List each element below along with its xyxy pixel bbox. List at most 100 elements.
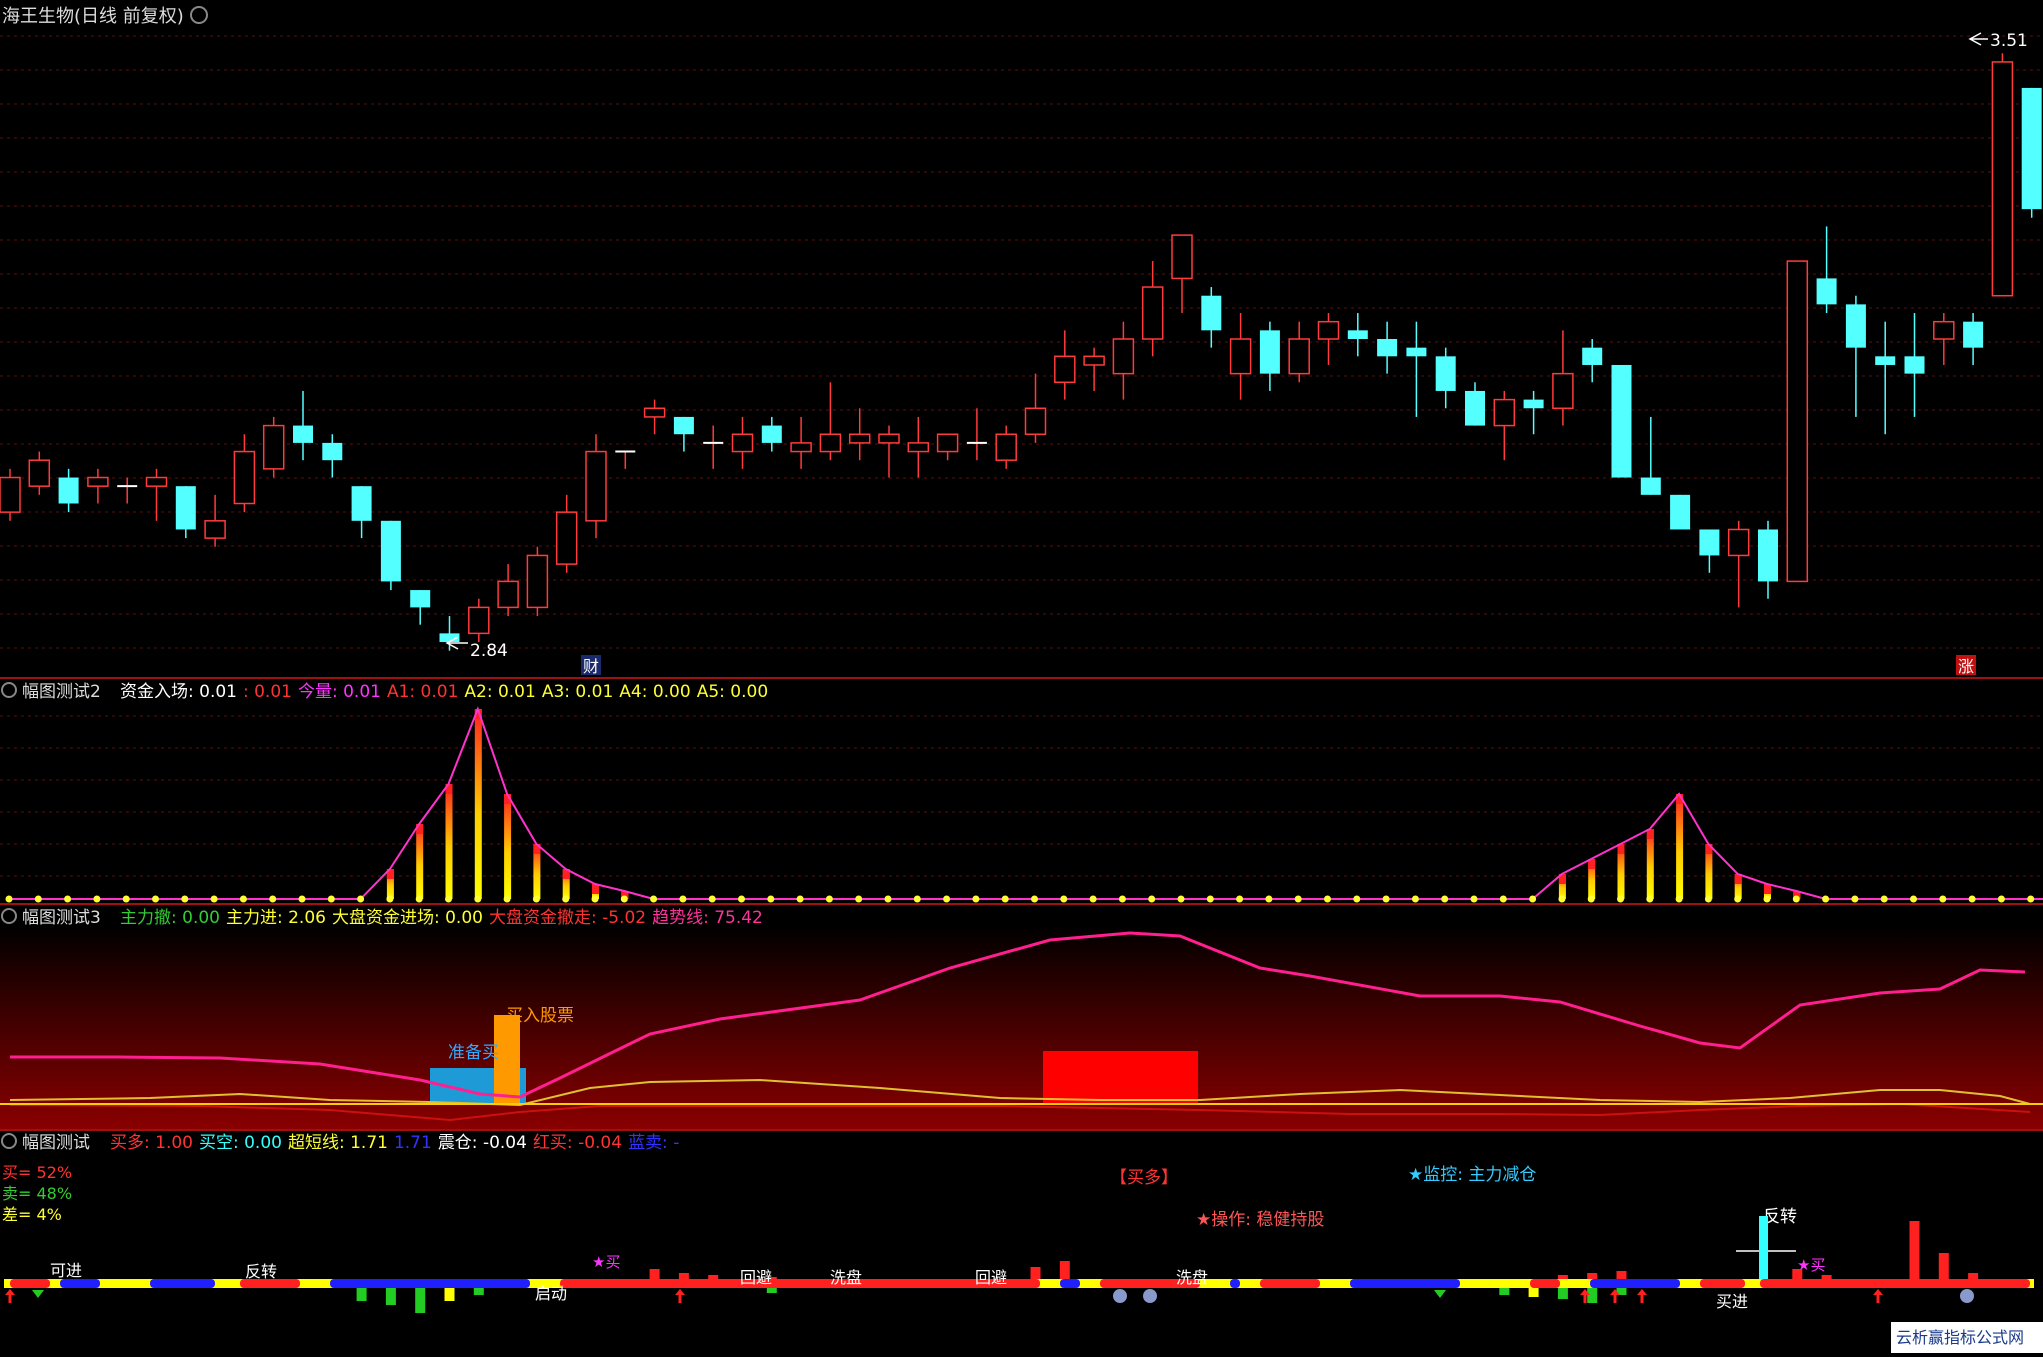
- main-panel-title: 海王生物(日线 前复权): [2, 6, 184, 27]
- candle[interactable]: [1465, 382, 1485, 425]
- baseline-dot: [1236, 896, 1243, 903]
- candle[interactable]: [1201, 287, 1221, 348]
- baseline-dot: [416, 896, 423, 903]
- candle[interactable]: [1758, 521, 1778, 599]
- candle[interactable]: [234, 434, 254, 512]
- panel2-grid: [0, 716, 2043, 876]
- candle[interactable]: [733, 417, 753, 469]
- candle[interactable]: [322, 434, 342, 477]
- candle[interactable]: [1143, 261, 1163, 356]
- low-price-label: 2.84: [470, 641, 508, 661]
- candle[interactable]: [1905, 313, 1925, 417]
- candle-body-down: [1436, 356, 1456, 391]
- candle[interactable]: [820, 382, 840, 460]
- candle[interactable]: [1289, 322, 1309, 383]
- stock-chart[interactable]: 2.84 3.51 财 涨 海王生物(日线 前复权) 幅图测试2 资金入场: 0…: [0, 0, 2043, 1353]
- candle[interactable]: [1934, 313, 1954, 365]
- candlestick-series[interactable]: [0, 53, 2043, 650]
- reversal-label: 反转: [1763, 1207, 1797, 1227]
- candle[interactable]: [59, 469, 79, 512]
- candle[interactable]: [1436, 348, 1456, 409]
- candle[interactable]: [527, 547, 547, 616]
- candle[interactable]: [381, 521, 401, 590]
- candle[interactable]: [850, 408, 870, 460]
- candle[interactable]: [1172, 235, 1192, 313]
- cai-badge[interactable]: 财: [581, 655, 601, 676]
- candle-body-up: [996, 434, 1016, 460]
- candle[interactable]: [1963, 313, 1983, 365]
- candle[interactable]: [293, 391, 313, 460]
- candle[interactable]: [205, 495, 225, 547]
- candle[interactable]: [469, 599, 489, 642]
- candle[interactable]: [1582, 339, 1602, 382]
- candle[interactable]: [410, 590, 430, 625]
- candle[interactable]: [1729, 521, 1749, 608]
- candle[interactable]: [879, 426, 899, 478]
- panel4-collapse-icon[interactable]: [2, 1134, 16, 1148]
- candle[interactable]: [176, 486, 196, 538]
- candle-body-down: [1670, 495, 1690, 530]
- candle[interactable]: [29, 452, 49, 495]
- candle[interactable]: [967, 408, 987, 460]
- candle[interactable]: [264, 417, 284, 478]
- candle[interactable]: [762, 417, 782, 452]
- candle[interactable]: [1113, 322, 1133, 400]
- baseline-dot: [1383, 896, 1390, 903]
- candle[interactable]: [1846, 296, 1866, 417]
- candle[interactable]: [996, 426, 1016, 469]
- signal-bar-down: [1558, 1287, 1568, 1299]
- baseline-dot: [1295, 896, 1302, 903]
- candle[interactable]: [1231, 313, 1251, 400]
- candle[interactable]: [1494, 391, 1514, 460]
- baseline-dot: [35, 896, 42, 903]
- zhang-badge[interactable]: 涨: [1956, 655, 1976, 676]
- candle[interactable]: [1875, 322, 1895, 435]
- readout-value: : 0.01: [243, 682, 292, 702]
- candle[interactable]: [0, 469, 20, 521]
- candle[interactable]: [674, 417, 694, 452]
- panel2-collapse-icon[interactable]: [2, 683, 16, 697]
- candle[interactable]: [1026, 374, 1046, 443]
- candle[interactable]: [908, 417, 928, 478]
- star-buy-label-left: ★买: [592, 1253, 620, 1271]
- candle[interactable]: [88, 469, 108, 504]
- candle[interactable]: [791, 417, 811, 469]
- candle[interactable]: [1992, 53, 2012, 295]
- candle[interactable]: [1612, 365, 1632, 478]
- candle-body-down: [1465, 391, 1485, 426]
- candle[interactable]: [117, 478, 137, 504]
- candle[interactable]: [586, 434, 606, 538]
- candle[interactable]: [2022, 88, 2042, 218]
- candle[interactable]: [440, 616, 460, 651]
- candle[interactable]: [1524, 391, 1544, 434]
- candle[interactable]: [557, 495, 577, 573]
- candle[interactable]: [1406, 322, 1426, 417]
- signal-strip-segment: [1230, 1279, 1240, 1288]
- candle[interactable]: [1641, 417, 1661, 495]
- candle[interactable]: [1348, 313, 1368, 356]
- candle[interactable]: [147, 469, 167, 521]
- candle[interactable]: [1084, 348, 1104, 391]
- candle[interactable]: [1817, 226, 1837, 313]
- candle[interactable]: [938, 434, 958, 460]
- readout-value: A3: 0.01: [542, 682, 613, 702]
- panel3-collapse-icon[interactable]: [2, 909, 16, 923]
- candle[interactable]: [1670, 495, 1690, 530]
- candle[interactable]: [1377, 322, 1397, 374]
- candle[interactable]: [1260, 322, 1280, 391]
- candle[interactable]: [703, 426, 723, 469]
- candle[interactable]: [1787, 261, 1807, 581]
- candle[interactable]: [498, 564, 518, 616]
- candle[interactable]: [1055, 330, 1075, 399]
- candle[interactable]: [1319, 313, 1339, 365]
- candle-body-down: [381, 521, 401, 582]
- candle[interactable]: [645, 400, 665, 435]
- candle-body-down: [1406, 348, 1426, 357]
- readout-value: 大盘资金进场: 0.00: [332, 908, 483, 928]
- candle[interactable]: [1553, 330, 1573, 425]
- candle[interactable]: [352, 486, 372, 538]
- candle[interactable]: [615, 452, 635, 469]
- baseline-dot: [1734, 896, 1741, 903]
- candle[interactable]: [1699, 529, 1719, 572]
- collapse-icon[interactable]: [191, 7, 207, 23]
